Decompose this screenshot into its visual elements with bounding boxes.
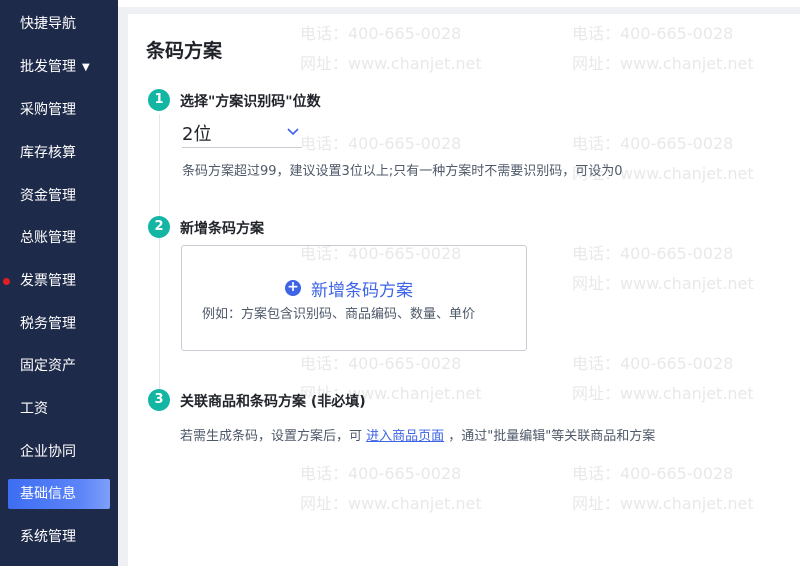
sidebar-item-system[interactable]: 系统管理 — [8, 522, 110, 552]
sidebar-item-funds[interactable]: 资金管理 — [8, 181, 110, 211]
sidebar-item-label: 采购管理 — [20, 102, 76, 118]
sidebar: 快捷导航 批发管理 ▼ 采购管理 库存核算 资金管理 总账管理 发票管理 税务管理… — [0, 0, 118, 566]
sidebar-item-quick-nav[interactable]: 快捷导航 — [8, 9, 110, 39]
top-bar — [118, 0, 800, 7]
sidebar-item-label: 固定资产 — [20, 358, 76, 374]
sidebar-item-wholesale[interactable]: 批发管理 ▼ — [8, 52, 110, 82]
notification-dot — [3, 278, 10, 285]
sidebar-item-label: 系统管理 — [20, 529, 76, 545]
main-panel: 条码方案 1 选择"方案识别码"位数 2位 条码方案超过99，建议设置3位以上;… — [128, 14, 800, 566]
goto-product-page-link[interactable]: 进入商品页面 — [366, 429, 444, 444]
sidebar-item-salary[interactable]: 工资 — [8, 394, 110, 424]
sidebar-item-purchase[interactable]: 采购管理 — [8, 95, 110, 125]
sidebar-item-label: 资金管理 — [20, 188, 76, 204]
sidebar-item-collaboration[interactable]: 企业协同 — [8, 437, 110, 467]
sidebar-item-label: 发票管理 — [20, 273, 76, 289]
sidebar-item-basic-info[interactable]: 基础信息 — [8, 479, 110, 509]
sidebar-item-inventory[interactable]: 库存核算 — [8, 138, 110, 168]
step-1-title: 选择"方案识别码"位数 — [180, 94, 321, 110]
caret-down-icon: ▼ — [82, 62, 90, 73]
id-digits-select[interactable]: 2位 — [182, 120, 302, 148]
step-3-title: 关联商品和条码方案 (非必填) — [180, 394, 366, 410]
sidebar-item-label: 基础信息 — [20, 486, 76, 502]
chevron-down-icon — [287, 128, 299, 136]
page-title: 条码方案 — [146, 40, 223, 62]
step-3-badge: 3 — [148, 389, 170, 411]
step-3-desc-before: 若需生成条码，设置方案后，可 — [180, 429, 367, 444]
sidebar-item-label: 总账管理 — [20, 230, 76, 246]
step-connector-line — [159, 114, 160, 394]
sidebar-item-invoice[interactable]: 发票管理 — [3, 266, 110, 296]
step-1-badge: 1 — [148, 89, 170, 111]
add-scheme-button[interactable]: + 新增条码方案 — [285, 276, 413, 301]
sidebar-item-label: 工资 — [20, 401, 48, 417]
id-digits-select-value: 2位 — [182, 124, 212, 145]
sidebar-item-ledger[interactable]: 总账管理 — [8, 223, 110, 253]
plus-circle-icon: + — [285, 280, 301, 296]
step-2-title: 新增条码方案 — [180, 221, 264, 237]
sidebar-item-label: 快捷导航 — [20, 16, 76, 32]
add-scheme-card: + 新增条码方案 例如：方案包含识别码、商品编码、数量、单价 — [181, 245, 527, 351]
sidebar-item-label: 批发管理 — [20, 59, 76, 75]
step-1-hint: 条码方案超过99，建议设置3位以上;只有一种方案时不需要识别码，可设为0 — [182, 164, 623, 179]
sidebar-item-label: 税务管理 — [20, 316, 76, 332]
step-3-description: 若需生成条码，设置方案后，可 进入商品页面 ，通过"批量编辑"等关联商品和方案 — [180, 425, 655, 444]
step-3-desc-after: ，通过"批量编辑"等关联商品和方案 — [444, 429, 656, 444]
sidebar-item-fixed-assets[interactable]: 固定资产 — [8, 351, 110, 381]
sidebar-item-label: 库存核算 — [20, 145, 76, 161]
add-scheme-label: 新增条码方案 — [311, 280, 413, 301]
sidebar-item-tax[interactable]: 税务管理 — [8, 309, 110, 339]
sidebar-item-label: 企业协同 — [20, 444, 76, 460]
step-2-badge: 2 — [148, 216, 170, 238]
add-scheme-example: 例如：方案包含识别码、商品编码、数量、单价 — [202, 307, 476, 322]
